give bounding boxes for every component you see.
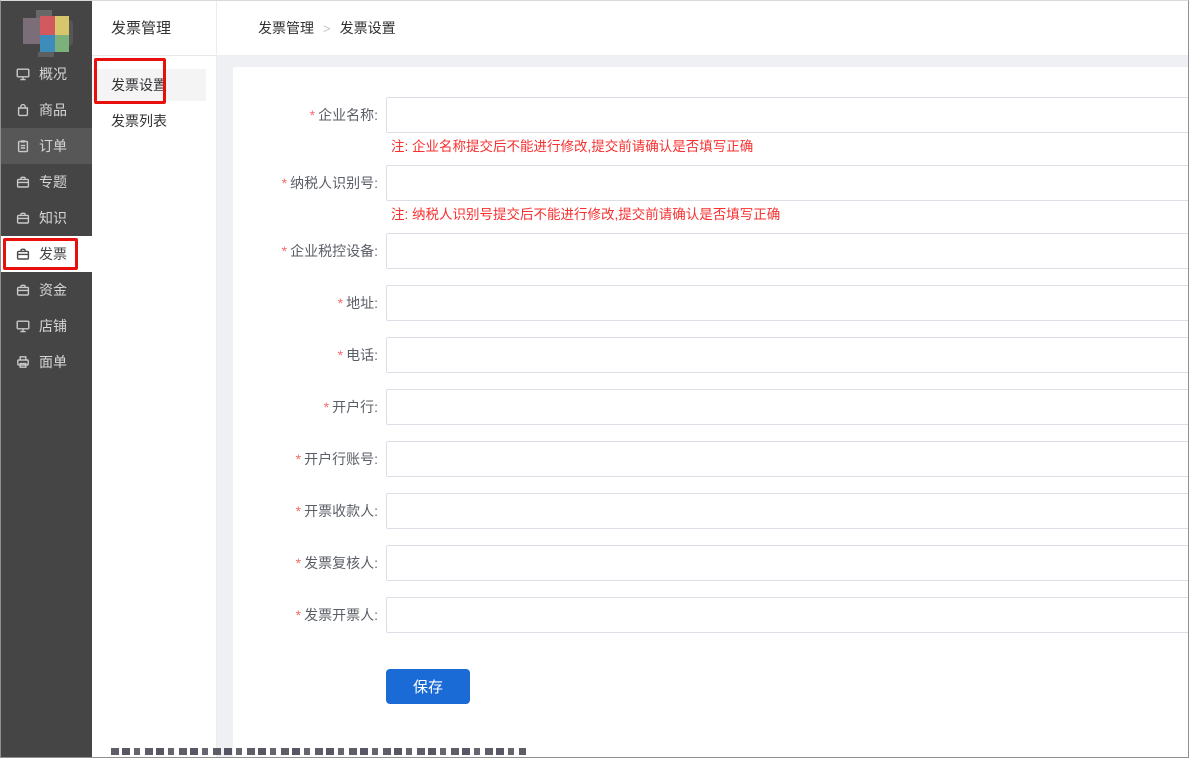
save-button[interactable]: 保存 [386, 669, 470, 704]
sidebar-item-invoice[interactable]: 发票 [1, 236, 92, 272]
required-marker: * [338, 295, 343, 311]
form-label-drawer: *发票开票人: [233, 597, 378, 633]
clipboard-icon [15, 139, 30, 154]
form-row-payee: *开票收款人: [233, 493, 1188, 529]
form-label-address: *地址: [233, 285, 378, 321]
app-logo-icon [23, 10, 73, 56]
form-label-phone: *电话: [233, 337, 378, 373]
app-window: 概况商品订单专题知识发票资金店铺面单 发票管理 发票设置发票列表 发票管理>发票… [0, 0, 1189, 758]
breadcrumb: 发票管理 > 发票设置 [217, 1, 1188, 56]
sidebar-item-label: 资金 [39, 280, 67, 300]
briefcase-icon [15, 283, 30, 298]
sidebar-nav: 概况商品订单专题知识发票资金店铺面单 [1, 56, 92, 380]
sidebar-item-label: 概况 [39, 64, 67, 84]
sidebar-item-waybill[interactable]: 面单 [1, 344, 92, 380]
form-label-taxpayer-id: *纳税人识别号: [233, 165, 378, 201]
sidebar-item-label: 知识 [39, 208, 67, 228]
form-note-company-name: 注: 企业名称提交后不能进行修改,提交前请确认是否填写正确 [391, 137, 1188, 157]
bank-account-input[interactable] [386, 441, 1189, 477]
form-label-payee: *开票收款人: [233, 493, 378, 529]
sidebar-item-label: 店铺 [39, 316, 67, 336]
sidebar-item-funds[interactable]: 资金 [1, 272, 92, 308]
required-marker: * [310, 107, 315, 123]
form-row-bank-account: *开户行账号: [233, 441, 1188, 477]
form-row-phone: *电话: [233, 337, 1188, 373]
submenu-item-invoice-settings[interactable]: 发票设置 [92, 69, 206, 101]
bank-input[interactable] [386, 389, 1189, 425]
sidebar-item-topics[interactable]: 专题 [1, 164, 92, 200]
form-row-company-name: *企业名称: [233, 97, 1188, 133]
sidebar-item-label: 订单 [39, 136, 67, 156]
form-label-reviewer: *发票复核人: [233, 545, 378, 581]
invoice-settings-card: *企业名称: 注: 企业名称提交后不能进行修改,提交前请确认是否填写正确 *纳税人识… [233, 67, 1188, 757]
bag-icon [15, 103, 30, 118]
monitor-icon [15, 67, 30, 82]
briefcase-icon [15, 211, 30, 226]
sidebar-item-overview[interactable]: 概况 [1, 56, 92, 92]
main-area: 发票管理 > 发票设置 *企业名称: 注: 企业名称提交后不能进行修改,提交前请确认是… [217, 1, 1188, 757]
sidebar-item-label: 面单 [39, 352, 67, 372]
sidebar-item-label: 商品 [39, 100, 67, 120]
required-marker: * [296, 555, 301, 571]
form-row-bank: *开户行: [233, 389, 1188, 425]
payee-input[interactable] [386, 493, 1189, 529]
form-row-tax-control-device: *企业税控设备: [233, 233, 1188, 269]
clipped-text-row [111, 748, 526, 755]
submenu-item-invoice-list[interactable]: 发票列表 [92, 105, 206, 137]
required-marker: * [296, 503, 301, 519]
form-label-bank-account: *开户行账号: [233, 441, 378, 477]
briefcase-icon [15, 247, 30, 262]
briefcase-icon [15, 175, 30, 190]
required-marker: * [282, 243, 287, 259]
required-marker: * [338, 347, 343, 363]
form-row-taxpayer-id: *纳税人识别号: [233, 165, 1188, 201]
form-note-taxpayer-id: 注: 纳税人识别号提交后不能进行修改,提交前请确认是否填写正确 [391, 205, 1188, 225]
form-label-bank: *开户行: [233, 389, 378, 425]
tax-control-device-input[interactable] [386, 233, 1189, 269]
submenu-title: 发票管理 [92, 1, 216, 56]
sidebar-item-shop[interactable]: 店铺 [1, 308, 92, 344]
sidebar-item-goods[interactable]: 商品 [1, 92, 92, 128]
printer-icon [15, 355, 30, 370]
required-marker: * [282, 175, 287, 191]
invoice-form: *企业名称: 注: 企业名称提交后不能进行修改,提交前请确认是否填写正确 *纳税人识… [233, 97, 1188, 633]
breadcrumb-item[interactable]: 发票设置 [340, 18, 396, 38]
address-input[interactable] [386, 285, 1189, 321]
form-label-company-name: *企业名称: [233, 97, 378, 133]
breadcrumb-separator: > [323, 21, 331, 36]
company-name-input[interactable] [386, 97, 1189, 133]
submenu-panel: 发票管理 发票设置发票列表 [92, 1, 217, 757]
form-row-drawer: *发票开票人: [233, 597, 1188, 633]
required-marker: * [324, 399, 329, 415]
sidebar-item-label: 专题 [39, 172, 67, 192]
content-area: *企业名称: 注: 企业名称提交后不能进行修改,提交前请确认是否填写正确 *纳税人识… [217, 56, 1188, 757]
submenu-items: 发票设置发票列表 [92, 56, 216, 137]
reviewer-input[interactable] [386, 545, 1189, 581]
sidebar-item-orders[interactable]: 订单 [1, 128, 92, 164]
drawer-input[interactable] [386, 597, 1189, 633]
form-label-tax-control-device: *企业税控设备: [233, 233, 378, 269]
breadcrumb-item[interactable]: 发票管理 [258, 18, 314, 38]
taxpayer-id-input[interactable] [386, 165, 1189, 201]
required-marker: * [296, 607, 301, 623]
monitor-icon [15, 319, 30, 334]
form-row-reviewer: *发票复核人: [233, 545, 1188, 581]
sidebar: 概况商品订单专题知识发票资金店铺面单 [1, 1, 92, 757]
form-row-address: *地址: [233, 285, 1188, 321]
sidebar-item-label: 发票 [39, 244, 67, 264]
phone-input[interactable] [386, 337, 1189, 373]
sidebar-item-knowledge[interactable]: 知识 [1, 200, 92, 236]
required-marker: * [296, 451, 301, 467]
